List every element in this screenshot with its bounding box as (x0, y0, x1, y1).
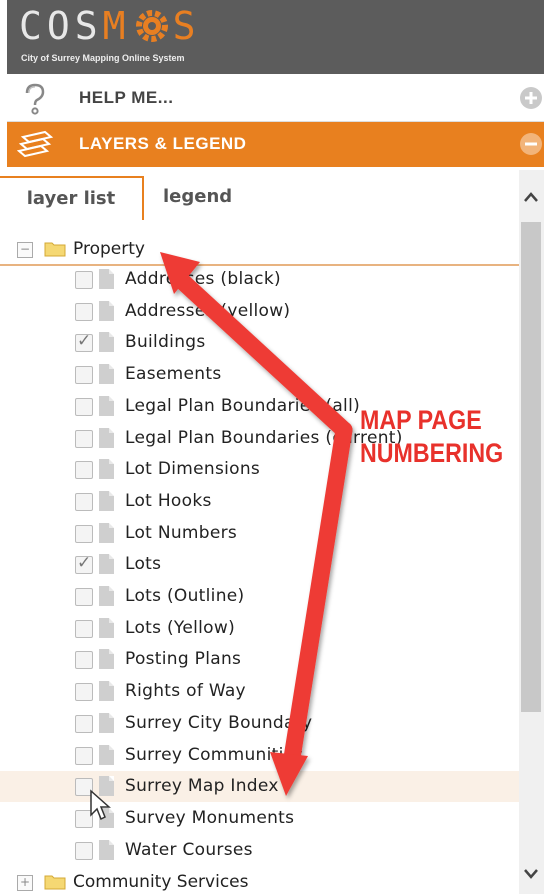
cosmos-app: C O S M S City of Surrey Mapping Online … (0, 0, 549, 894)
mouse-pointer-icon (90, 789, 111, 821)
annotation-line: MAP PAGE (360, 405, 482, 435)
annotation-line: NUMBERING (360, 438, 504, 468)
annotation-label: MAP PAGE NUMBERING (360, 404, 503, 470)
